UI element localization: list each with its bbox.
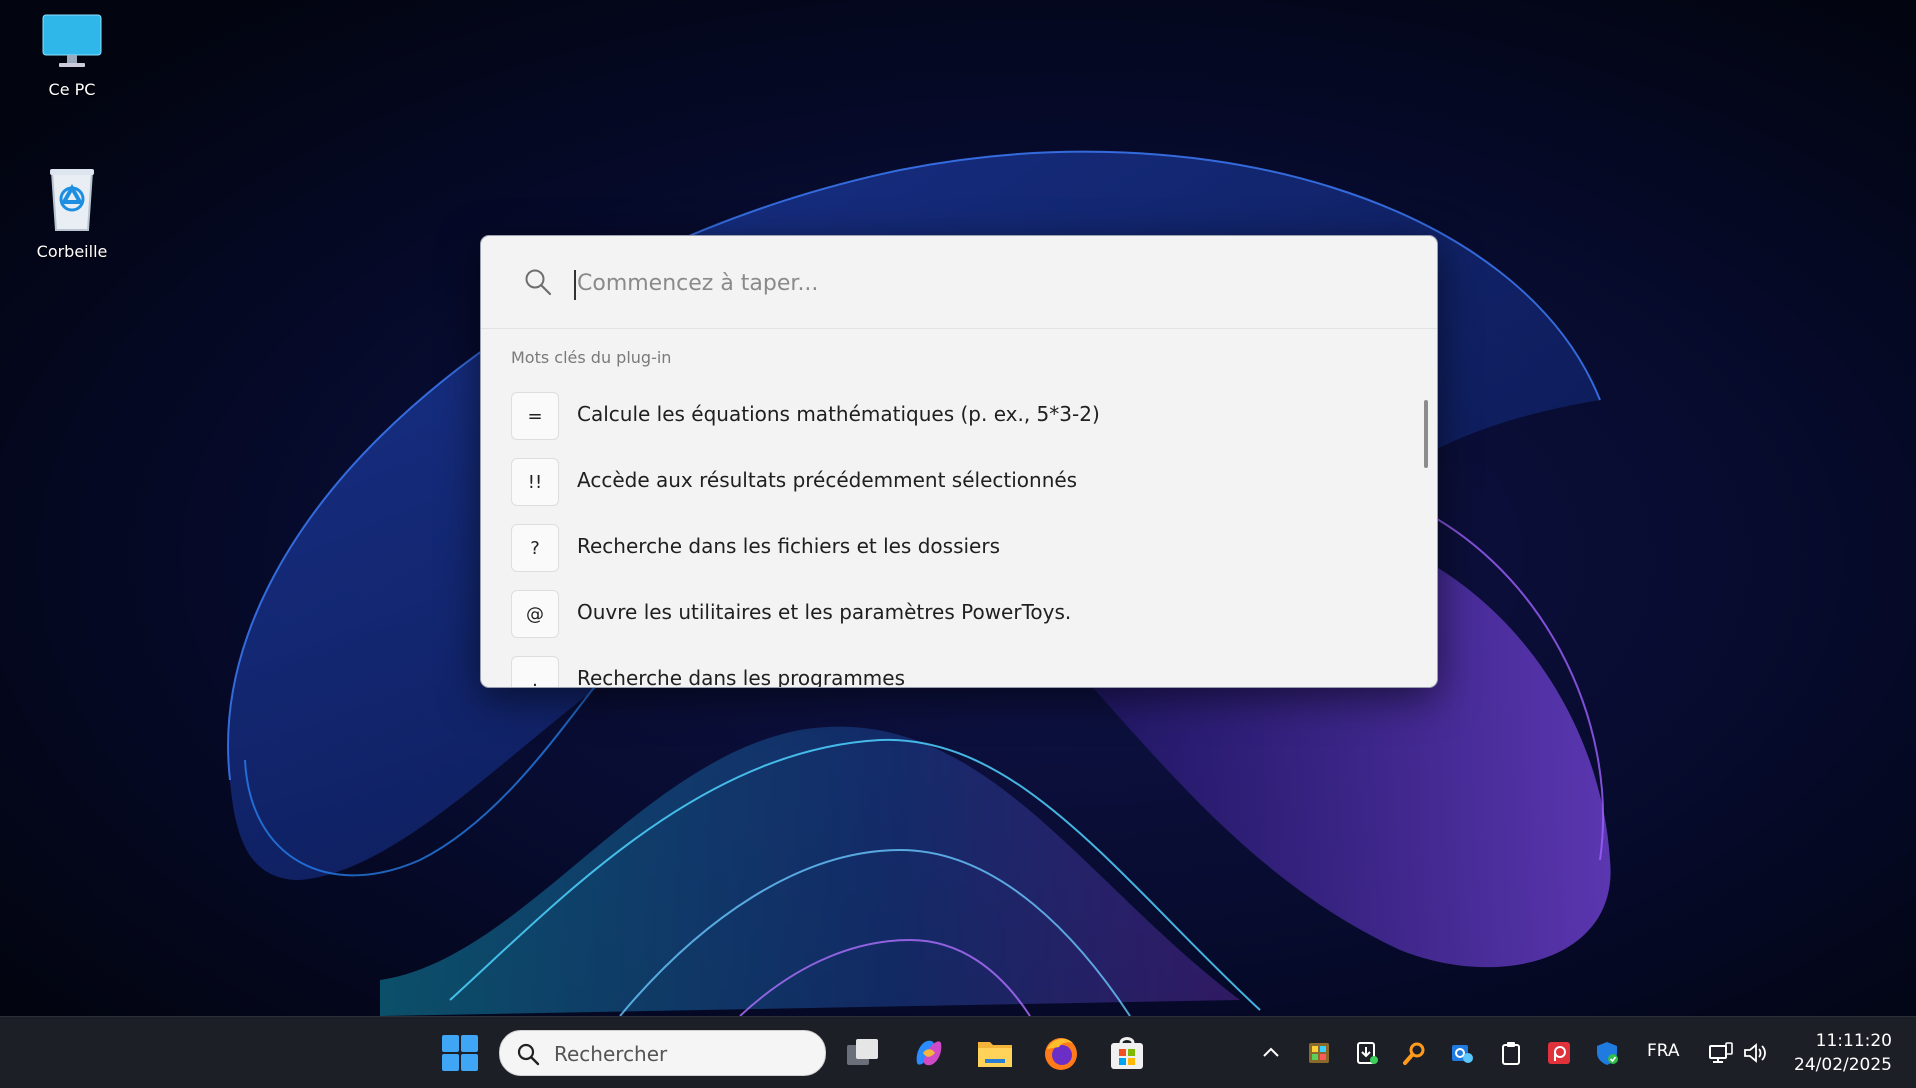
results-scrollbar[interactable] — [1424, 400, 1428, 468]
launcher-search-input[interactable] — [575, 260, 1399, 306]
results-list: = Calcule les équations mathématiques (p… — [511, 384, 1417, 688]
taskbar-search-box[interactable]: Rechercher — [499, 1030, 826, 1076]
language-indicator[interactable]: FRA — [1647, 1041, 1680, 1061]
desktop-icon-recycle-bin[interactable]: Corbeille — [17, 166, 127, 261]
security-icon[interactable] — [1594, 1040, 1620, 1066]
desktop-icon-label: Ce PC — [48, 80, 96, 99]
search-tool-icon[interactable] — [1402, 1040, 1428, 1066]
desktop-icon-this-pc[interactable]: Ce PC — [17, 12, 127, 99]
result-description: Calcule les équations mathématiques (p. … — [577, 402, 1100, 426]
taskbar: Rechercher FRA 11:11:20 24/02/2025 — [0, 1016, 1916, 1088]
launcher-search-row — [481, 236, 1437, 329]
result-item[interactable]: = Calcule les équations mathématiques (p… — [511, 384, 1417, 450]
monitor-icon — [42, 14, 102, 67]
download-icon[interactable] — [1354, 1040, 1380, 1066]
keyword-badge: !! — [511, 458, 559, 506]
clock-time: 11:11:20 — [1815, 1031, 1892, 1051]
keyword-badge: ? — [511, 524, 559, 572]
task-view-icon[interactable] — [843, 1033, 883, 1073]
firefox-icon[interactable] — [1041, 1033, 1081, 1073]
outlook-icon[interactable] — [1450, 1040, 1476, 1066]
search-icon — [525, 269, 552, 296]
app-icon[interactable] — [1306, 1040, 1332, 1066]
file-explorer-icon[interactable] — [975, 1033, 1015, 1073]
result-item[interactable]: @ Ouvre les utilitaires et les paramètre… — [511, 582, 1417, 648]
start-icon[interactable] — [440, 1033, 480, 1073]
clipboard-icon[interactable] — [1498, 1040, 1524, 1066]
keyword-badge: = — [511, 392, 559, 440]
result-description: Accède aux résultats précédemment sélect… — [577, 468, 1078, 492]
launcher-window: Mots clés du plug-in = Calcule les équat… — [480, 235, 1438, 688]
copilot-icon[interactable] — [909, 1033, 949, 1073]
result-item[interactable]: !! Accède aux résultats précédemment sél… — [511, 450, 1417, 516]
keyword-badge: . — [511, 656, 559, 687]
clock-date: 24/02/2025 — [1794, 1055, 1892, 1075]
keyword-badge: @ — [511, 590, 559, 638]
section-title: Mots clés du plug-in — [511, 348, 672, 367]
result-description: Ouvre les utilitaires et les paramètres … — [577, 600, 1072, 624]
network-icon[interactable] — [1708, 1040, 1734, 1066]
system-clock[interactable]: 11:11:20 24/02/2025 — [1786, 1029, 1892, 1077]
result-description: Recherche dans les programmes — [577, 666, 906, 688]
desktop-icon-label: Corbeille — [36, 242, 108, 261]
taskbar-search-label: Rechercher — [554, 1042, 668, 1066]
chevron-up-icon[interactable] — [1258, 1040, 1284, 1066]
result-description: Recherche dans les fichiers et les dossi… — [577, 534, 1000, 558]
pdf-icon[interactable] — [1546, 1040, 1572, 1066]
search-icon — [517, 1043, 540, 1066]
volume-icon[interactable] — [1742, 1040, 1768, 1066]
store-icon[interactable] — [1107, 1033, 1147, 1073]
result-item[interactable]: . Recherche dans les programmes — [511, 648, 1417, 688]
result-item[interactable]: ? Recherche dans les fichiers et les dos… — [511, 516, 1417, 582]
recycle-bin-icon — [50, 169, 94, 231]
